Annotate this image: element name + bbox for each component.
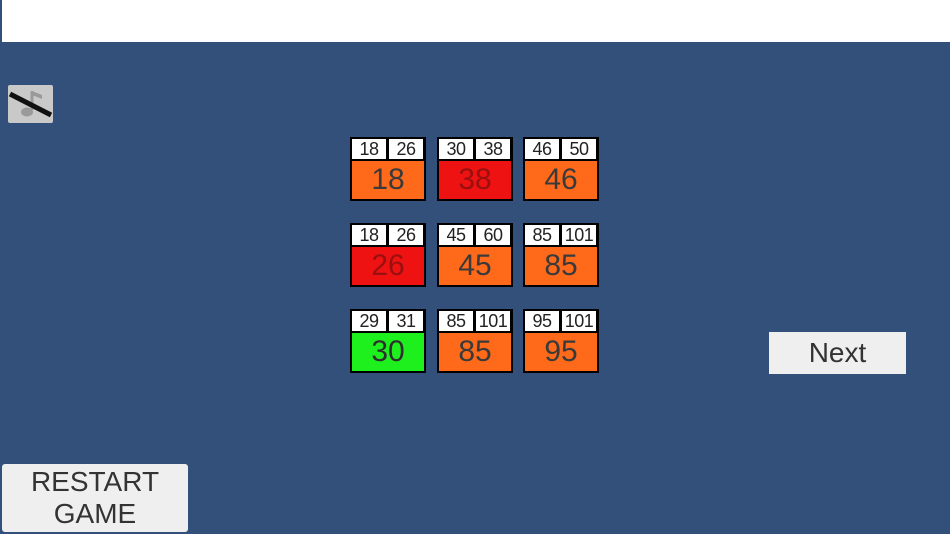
grid-cell[interactable]: 18 26 26 (350, 223, 426, 287)
range-min: 29 (352, 311, 386, 331)
range-min: 95 (525, 311, 559, 331)
cell-value: 38 (439, 161, 511, 199)
range-max: 101 (476, 311, 510, 331)
grid-cell[interactable]: 85 101 85 (437, 309, 513, 373)
cell-value: 18 (352, 161, 424, 199)
range-max: 50 (562, 139, 596, 159)
next-button[interactable]: Next (769, 332, 906, 374)
music-toggle-button[interactable] (8, 85, 53, 123)
restart-label-line2: GAME (53, 498, 137, 529)
range-min: 46 (525, 139, 559, 159)
grid-cell[interactable]: 18 26 18 (350, 137, 426, 201)
range-min: 85 (525, 225, 559, 245)
restart-game-button[interactable]: RESTART GAME (2, 464, 188, 532)
grid-cell[interactable]: 45 60 45 (437, 223, 513, 287)
range-max: 38 (476, 139, 510, 159)
number-grid: 18 26 18 30 38 38 46 50 46 18 26 26 45 6… (350, 137, 600, 377)
grid-cell[interactable]: 30 38 38 (437, 137, 513, 201)
range-min: 18 (352, 139, 386, 159)
range-max: 101 (562, 225, 596, 245)
range-max: 26 (389, 139, 423, 159)
top-bar (2, 0, 950, 42)
grid-cell[interactable]: 46 50 46 (523, 137, 599, 201)
cell-value: 85 (439, 333, 511, 371)
grid-cell[interactable]: 29 31 30 (350, 309, 426, 373)
grid-cell[interactable]: 85 101 85 (523, 223, 599, 287)
cell-value: 26 (352, 247, 424, 285)
music-muted-icon (8, 91, 53, 118)
range-max: 26 (389, 225, 423, 245)
cell-value: 45 (439, 247, 511, 285)
grid-cell[interactable]: 95 101 95 (523, 309, 599, 373)
range-max: 60 (476, 225, 510, 245)
cell-value: 46 (525, 161, 597, 199)
range-max: 101 (562, 311, 596, 331)
range-min: 18 (352, 225, 386, 245)
restart-label-line1: RESTART (30, 466, 160, 497)
range-min: 30 (439, 139, 473, 159)
range-max: 31 (389, 311, 423, 331)
cell-value: 85 (525, 247, 597, 285)
range-min: 85 (439, 311, 473, 331)
cell-value: 95 (525, 333, 597, 371)
cell-value: 30 (352, 333, 424, 371)
range-min: 45 (439, 225, 473, 245)
